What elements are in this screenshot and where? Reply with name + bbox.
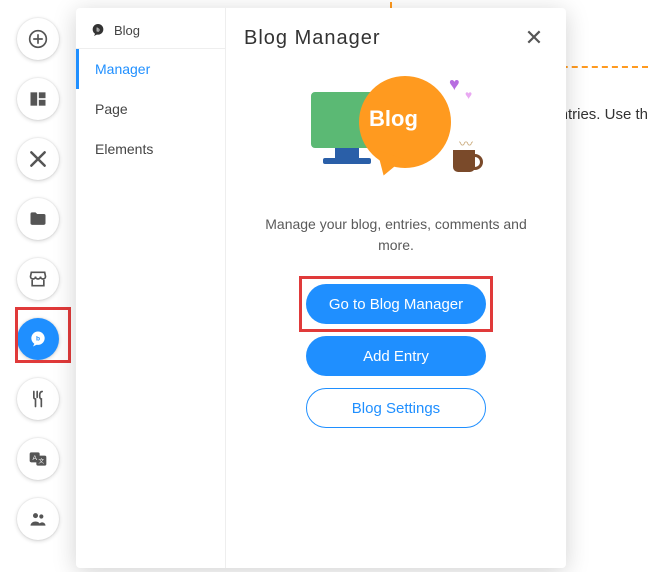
speech-bubble-icon: b xyxy=(90,22,106,38)
translate-button[interactable]: A文 xyxy=(17,438,59,480)
svg-text:A: A xyxy=(32,455,37,462)
blog-panel: b Blog Manager Page Elements Blog Manage… xyxy=(76,8,566,568)
nav-item-elements[interactable]: Elements xyxy=(76,129,225,169)
button-stack: Go to Blog Manager Add Entry Blog Settin… xyxy=(244,284,548,428)
panel-title: Blog Manager xyxy=(244,27,381,50)
add-button[interactable] xyxy=(17,18,59,60)
crossed-tools-icon xyxy=(28,149,48,169)
blog-button[interactable]: b xyxy=(17,318,59,360)
go-to-blog-manager-button[interactable]: Go to Blog Manager xyxy=(306,284,486,324)
translate-icon: A文 xyxy=(28,449,48,469)
close-button[interactable]: ✕ xyxy=(520,24,548,52)
nav-item-manager[interactable]: Manager xyxy=(76,49,225,89)
restaurant-button[interactable] xyxy=(17,378,59,420)
add-entry-button[interactable]: Add Entry xyxy=(306,336,486,376)
utensils-icon xyxy=(28,389,48,409)
heart-icon: ♥ xyxy=(449,74,460,95)
plus-icon xyxy=(28,29,48,49)
files-button[interactable] xyxy=(17,198,59,240)
svg-text:文: 文 xyxy=(38,457,44,465)
layout-icon xyxy=(28,89,48,109)
store-icon xyxy=(28,269,48,289)
illustration-label: Blog xyxy=(369,106,418,132)
blog-settings-button[interactable]: Blog Settings xyxy=(306,388,486,428)
speech-bubble-icon: b xyxy=(28,329,48,349)
layout-button[interactable] xyxy=(17,78,59,120)
panel-description: Manage your blog, entries, comments and … xyxy=(256,214,536,256)
panel-main: Blog Manager ✕ Blog ♥ ♥ 〰 Manage your bl… xyxy=(226,8,566,568)
panel-sidebar: b Blog Manager Page Elements xyxy=(76,8,226,568)
mug-icon xyxy=(453,150,475,172)
nav-item-page[interactable]: Page xyxy=(76,89,225,129)
panel-side-title: Blog xyxy=(114,23,140,38)
panel-nav: Manager Page Elements xyxy=(76,48,225,169)
store-button[interactable] xyxy=(17,258,59,300)
panel-side-header: b Blog xyxy=(76,8,225,48)
tool-rail: b A文 xyxy=(0,0,76,572)
blog-illustration: Blog ♥ ♥ 〰 xyxy=(311,74,481,194)
folder-icon xyxy=(28,209,48,229)
members-button[interactable] xyxy=(17,498,59,540)
svg-text:b: b xyxy=(36,336,40,343)
heart-icon: ♥ xyxy=(465,88,472,102)
people-icon xyxy=(28,509,48,529)
design-button[interactable] xyxy=(17,138,59,180)
close-icon: ✕ xyxy=(525,25,543,50)
background-text-peek: ntries. Use th xyxy=(560,106,648,123)
